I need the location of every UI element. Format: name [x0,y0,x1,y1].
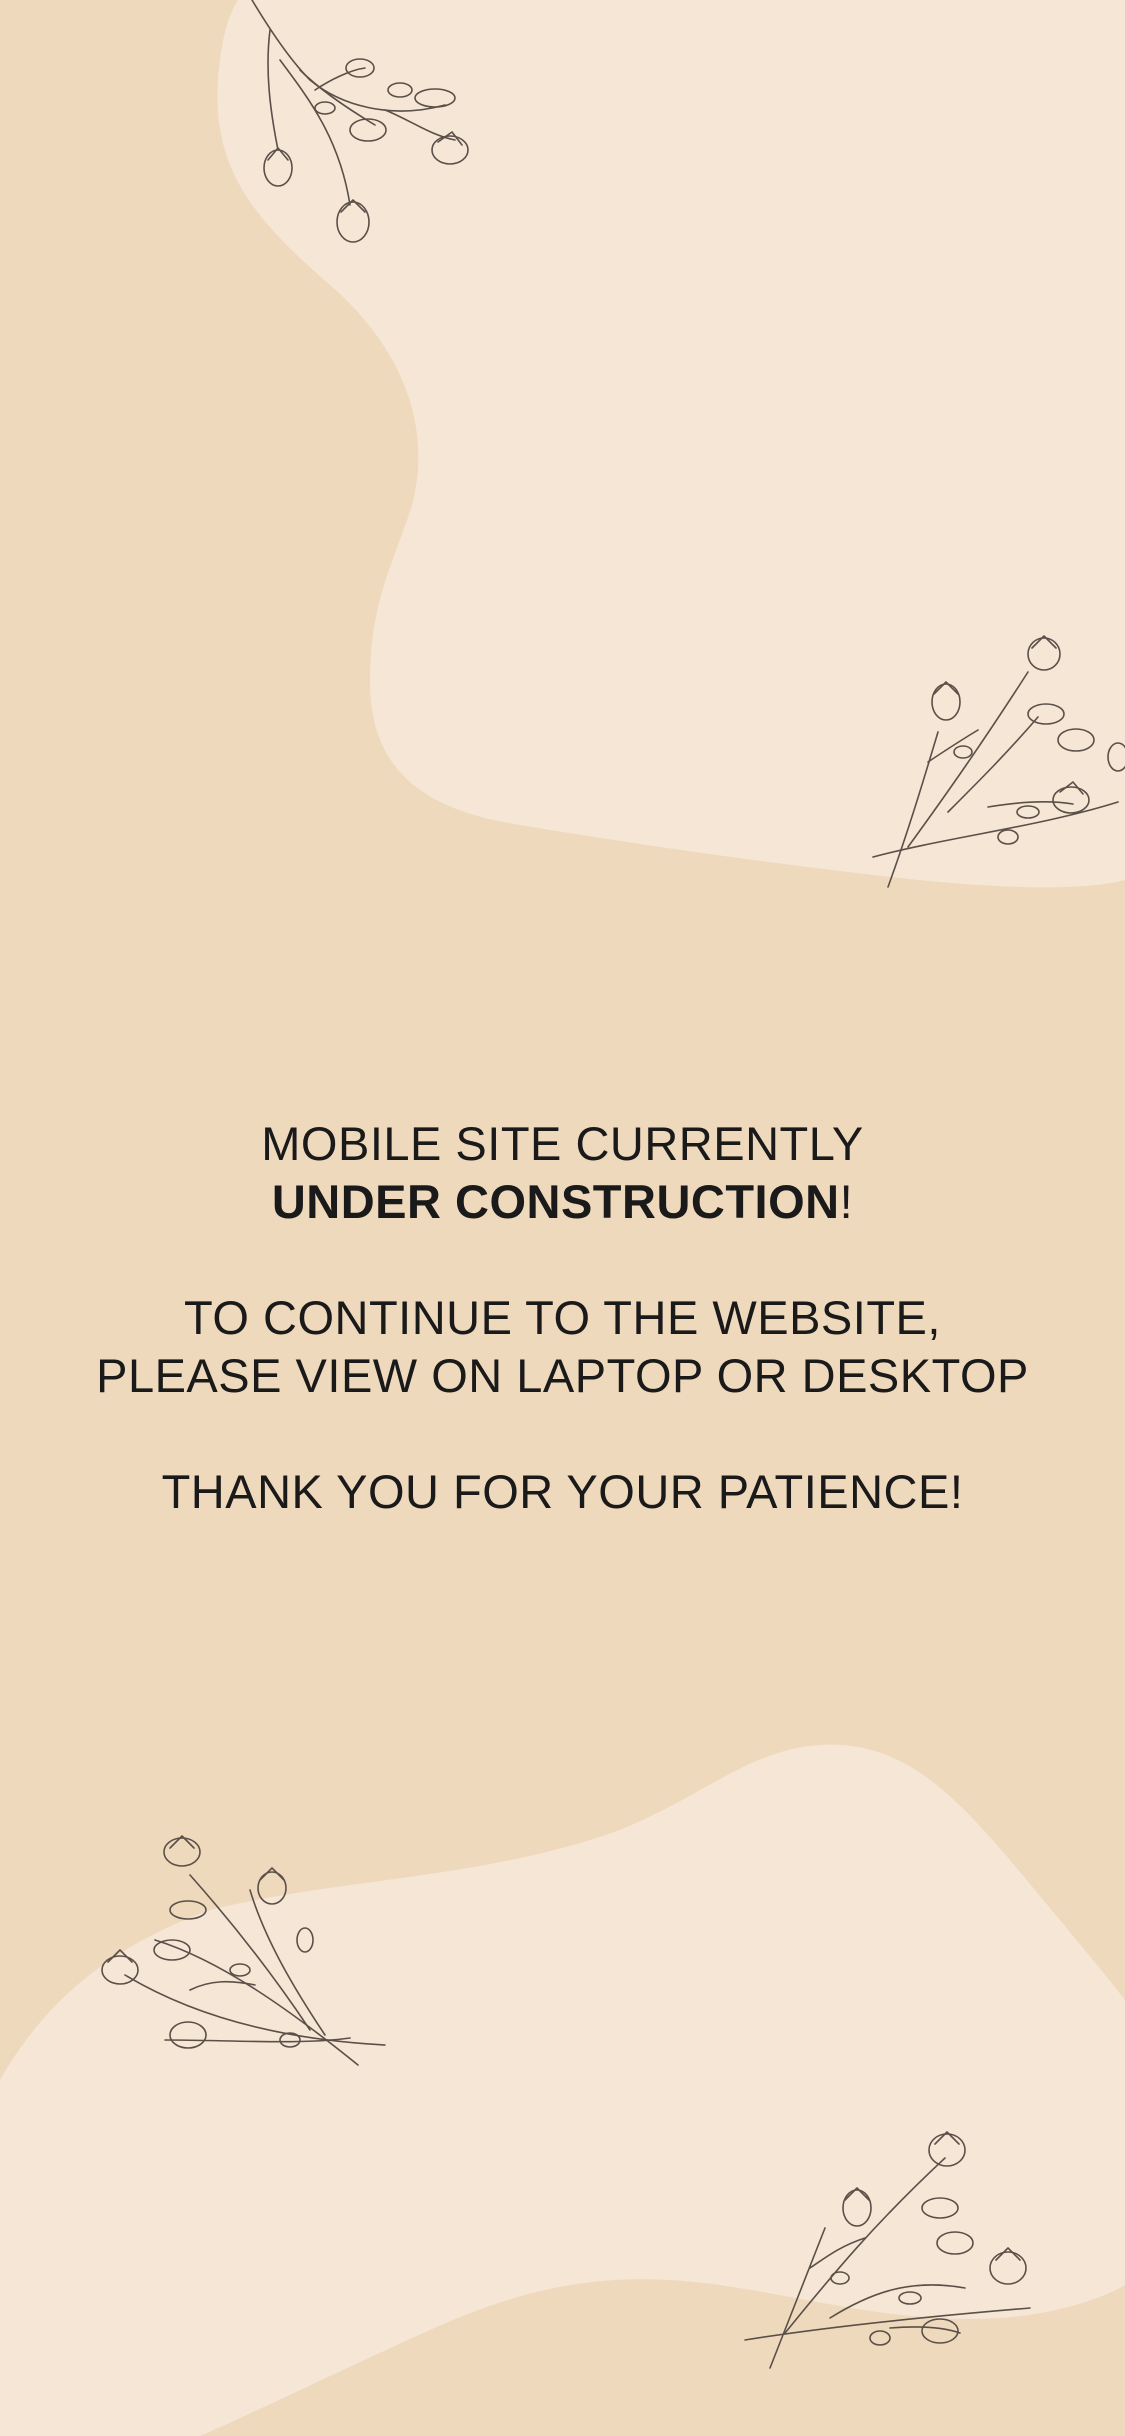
floral-sprig-icon [740,2128,1040,2369]
message-line-view-on-desktop: PLEASE VIEW ON LAPTOP OR DESKTOP [96,1349,1029,1402]
message-line-thank-you: THANK YOU FOR YOUR PATIENCE! [161,1465,964,1518]
floral-sprig-icon [100,1830,390,2070]
message-line-mobile-site: MOBILE SITE CURRENTLY [261,1117,864,1170]
under-construction-page: MOBILE SITE CURRENTLY UNDER CONSTRUCTION… [0,0,1125,2436]
message-spacer [0,1231,1125,1289]
floral-sprig-icon [240,0,480,250]
floral-sprig-icon [868,632,1125,892]
under-construction-text: UNDER CONSTRUCTION [271,1175,840,1228]
message-line-continue: TO CONTINUE TO THE WEBSITE, [184,1291,941,1344]
exclamation-text: ! [839,1175,854,1228]
message-spacer [0,1405,1125,1463]
message-line-under-construction: UNDER CONSTRUCTION! [0,1173,1125,1231]
construction-message: MOBILE SITE CURRENTLY UNDER CONSTRUCTION… [0,1115,1125,1521]
